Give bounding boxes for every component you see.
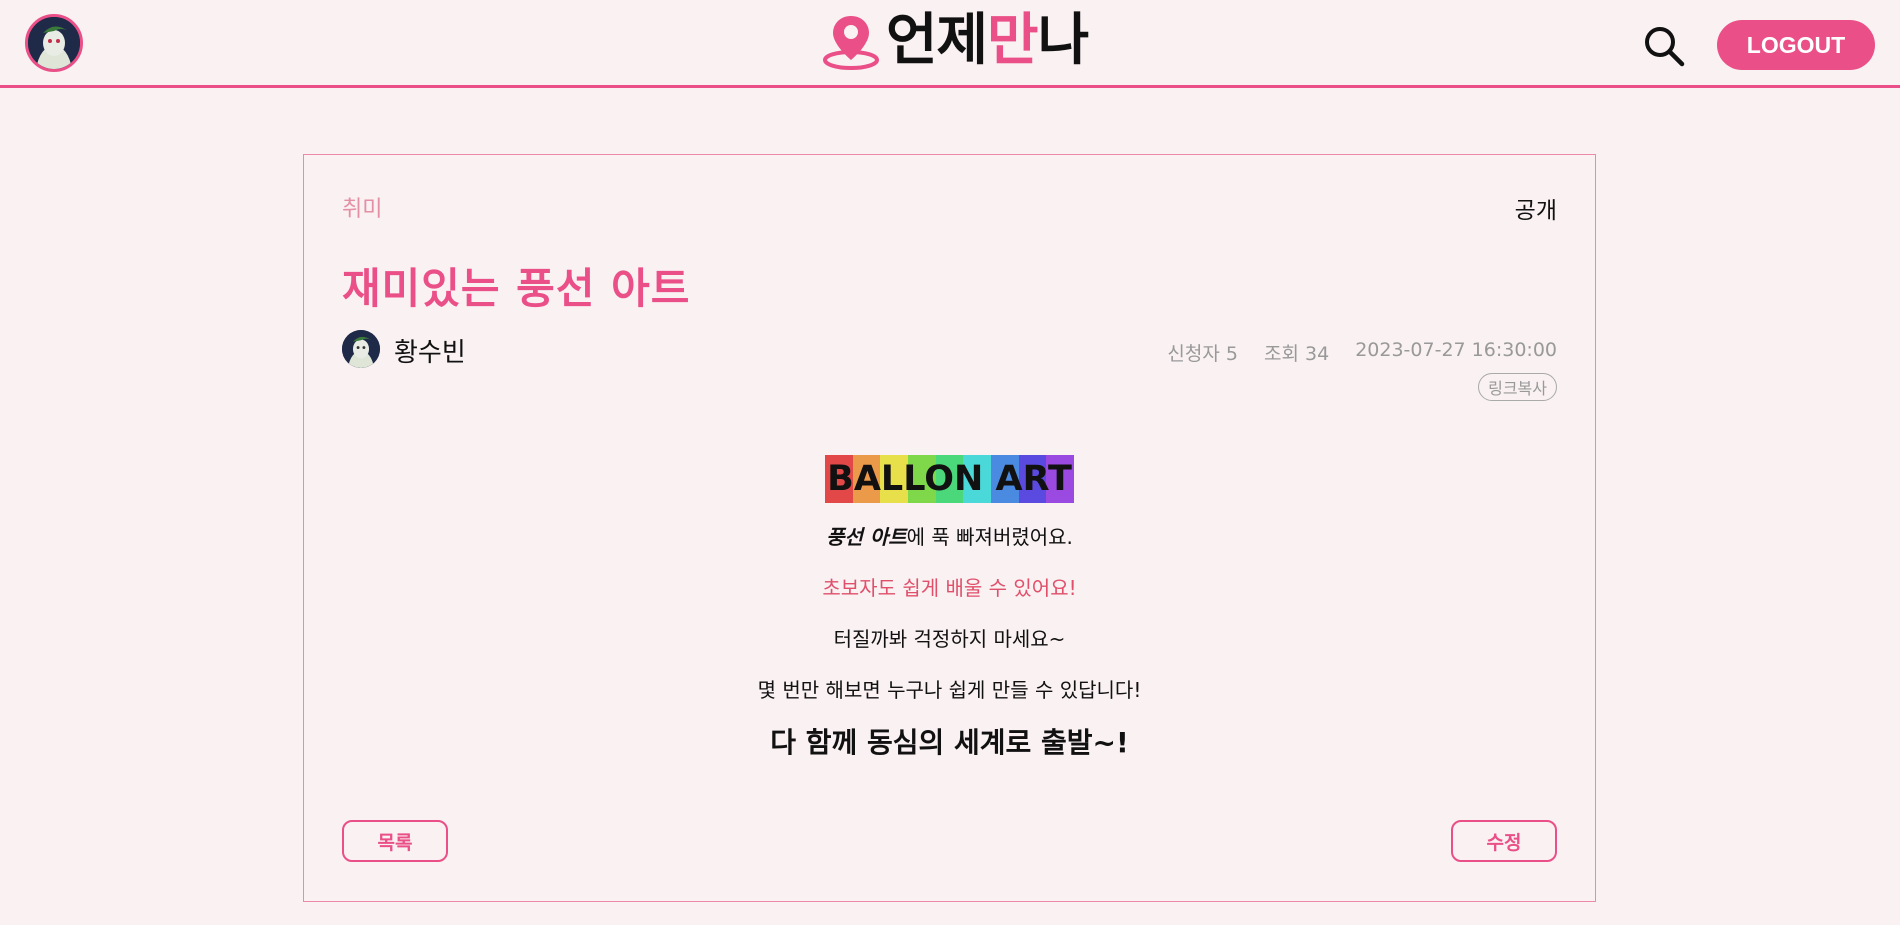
ballon-art-banner: BALLON ART <box>825 455 1074 503</box>
top-header: 언제만나 LOGOUT <box>0 0 1900 88</box>
post-meta: 신청자 5 조회 34 2023-07-27 16:30:00 <box>1167 339 1557 366</box>
content-line-5: 다 함께 동심의 세계로 출발~! <box>770 726 1129 759</box>
author-avatar[interactable] <box>342 330 380 368</box>
post-content: BALLON ART 풍선 아트에 푹 빠져버렸어요. 초보자도 쉽게 배울 수… <box>304 455 1595 761</box>
post-card: 취미 공개 재미있는 풍선 아트 황수빈 신청자 5 조회 34 2023-07… <box>303 154 1596 902</box>
content-line-4: 몇 번만 해보면 누구나 쉽게 만들 수 있답니다! <box>757 678 1142 702</box>
post-visibility: 공개 <box>1514 198 1557 224</box>
logout-button[interactable]: LOGOUT <box>1717 20 1875 70</box>
logo-text: 언제만나 <box>886 8 1089 73</box>
search-icon <box>1645 27 1685 67</box>
copy-link-button[interactable]: 링크복사 <box>1478 373 1557 401</box>
content-line-3: 터질까봐 걱정하지 마세요~ <box>833 627 1066 651</box>
map-pin-icon <box>823 16 879 70</box>
content-line-2: 초보자도 쉽게 배울 수 있어요! <box>822 576 1077 600</box>
views: 조회 34 <box>1264 343 1330 365</box>
banner-text: BALLON ART <box>827 459 1072 499</box>
author-name[interactable]: 황수빈 <box>394 332 466 369</box>
applicants: 신청자 5 <box>1167 343 1238 365</box>
edit-button[interactable]: 수정 <box>1451 820 1557 862</box>
list-button[interactable]: 목록 <box>342 820 448 862</box>
post-title: 재미있는 풍선 아트 <box>342 264 691 313</box>
content-line-1: 풍선 아트에 푹 빠져버렸어요. <box>826 525 1073 549</box>
post-datetime: 2023-07-27 16:30:00 <box>1355 339 1557 361</box>
profile-avatar[interactable] <box>25 14 83 72</box>
app-logo[interactable]: 언제만나 <box>820 8 1089 74</box>
post-category: 취미 <box>342 197 383 222</box>
search-button[interactable] <box>1640 22 1688 70</box>
